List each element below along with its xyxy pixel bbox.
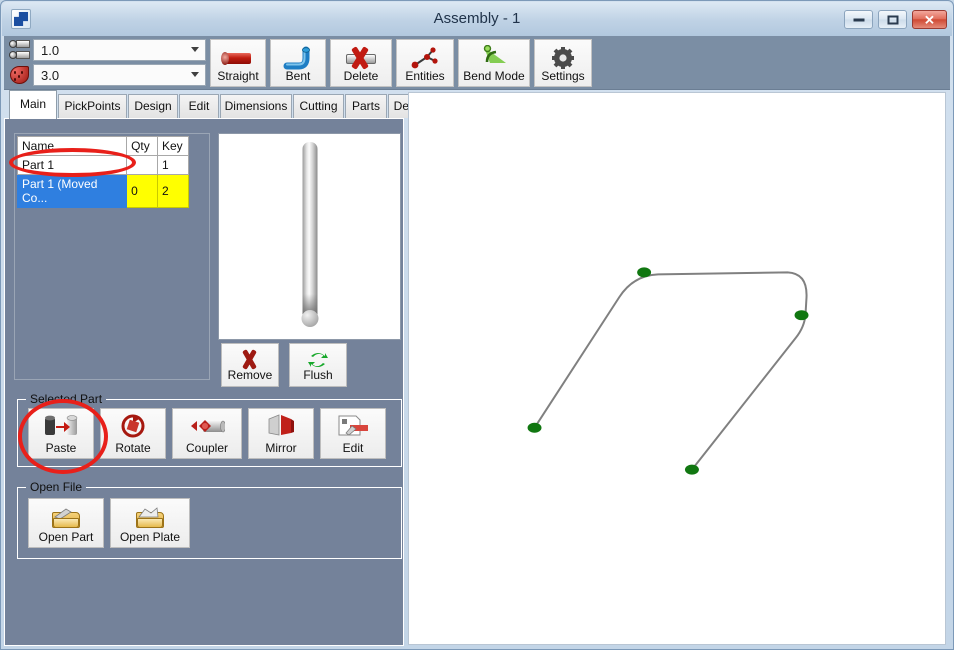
tab-bar: Main PickPoints Design Edit Dimensions C… xyxy=(4,90,436,119)
entities-button-label: Entities xyxy=(405,69,445,83)
mirror-button-label: Mirror xyxy=(265,441,297,455)
title-bar: Assembly - 1 ✕ xyxy=(2,2,952,36)
application-window: Assembly - 1 ✕ 1.0 3.0 Straight Bent Del… xyxy=(0,0,954,650)
chevron-down-icon xyxy=(191,47,199,52)
cell-qty xyxy=(126,155,158,175)
node-point[interactable] xyxy=(527,422,542,433)
rotate-button-label: Rotate xyxy=(115,441,151,455)
flush-button[interactable]: Flush xyxy=(289,343,347,387)
edit-button-label: Edit xyxy=(342,441,364,455)
straight-button[interactable]: Straight xyxy=(210,39,266,87)
node-point[interactable] xyxy=(637,267,652,278)
tube-diameter-icon xyxy=(9,40,30,60)
bent-button-label: Bent xyxy=(285,69,311,83)
tab-cutting[interactable]: Cutting xyxy=(293,94,344,118)
edit-pencil-icon xyxy=(335,413,371,441)
mirror-icon xyxy=(263,413,299,441)
straight-tube-icon xyxy=(221,45,255,71)
bend-mode-icon xyxy=(477,45,511,71)
selected-part-group: Selected Part Paste Rotate Coupler Mirro… xyxy=(17,392,402,467)
gear-icon xyxy=(546,45,580,71)
bend-radius-icon xyxy=(9,65,30,85)
left-panel: Name Qty Key Part 1 1 Part 1 (Moved Co..… xyxy=(4,118,404,646)
cell-qty: 0 xyxy=(126,174,158,208)
bend-mode-button-label: Bend Mode xyxy=(463,69,525,83)
rotate-button[interactable]: Rotate xyxy=(100,408,166,459)
drawing-canvas[interactable] xyxy=(408,92,946,645)
cell-key: 1 xyxy=(157,155,189,175)
tab-dimensions[interactable]: Dimensions xyxy=(220,94,292,118)
settings-button[interactable]: Settings xyxy=(534,39,592,87)
paste-tube-icon xyxy=(43,413,79,441)
part-preview xyxy=(218,133,401,340)
open-file-group: Open File Open Part Open Plate xyxy=(17,480,402,559)
table-row[interactable]: Part 1 1 xyxy=(16,155,189,175)
remove-button[interactable]: Remove xyxy=(221,343,279,387)
bent-tube-icon xyxy=(281,45,315,71)
grid-header-qty[interactable]: Qty xyxy=(126,136,158,156)
open-file-group-title: Open File xyxy=(26,480,87,494)
chevron-down-icon xyxy=(191,72,199,77)
coupler-icon xyxy=(189,413,226,441)
minimize-icon[interactable] xyxy=(844,10,873,29)
table-row[interactable]: Part 1 (Moved Co... 0 2 xyxy=(16,174,189,208)
settings-button-label: Settings xyxy=(541,69,585,83)
maximize-icon[interactable] xyxy=(878,10,907,29)
edit-button[interactable]: Edit xyxy=(320,408,386,459)
mirror-button[interactable]: Mirror xyxy=(248,408,314,459)
bent-button[interactable]: Bent xyxy=(270,39,326,87)
window-title: Assembly - 1 xyxy=(433,10,521,27)
part-grid: Name Qty Key Part 1 1 Part 1 (Moved Co..… xyxy=(16,136,189,208)
paste-button-label: Paste xyxy=(45,441,77,455)
coupler-button[interactable]: Coupler xyxy=(172,408,242,459)
rotate-icon xyxy=(115,413,151,441)
tube-drawing xyxy=(527,267,809,475)
flush-button-label: Flush xyxy=(303,368,333,382)
open-part-button-label: Open Part xyxy=(38,530,94,544)
grid-header-row: Name Qty Key xyxy=(16,136,189,156)
paste-button[interactable]: Paste xyxy=(28,408,94,459)
open-part-button[interactable]: Open Part xyxy=(28,498,104,548)
delete-red-x-icon xyxy=(344,45,378,71)
open-plate-folder-icon xyxy=(133,503,167,529)
entities-nodes-icon xyxy=(408,45,442,71)
close-icon[interactable]: ✕ xyxy=(912,10,947,29)
bend-mode-button[interactable]: Bend Mode xyxy=(458,39,530,87)
open-plate-button-label: Open Plate xyxy=(119,530,181,544)
part-list-container[interactable]: Name Qty Key Part 1 1 Part 1 (Moved Co..… xyxy=(14,133,210,380)
entities-button[interactable]: Entities xyxy=(396,39,454,87)
tube-diameter-select[interactable]: 1.0 xyxy=(33,39,206,61)
cell-name: Part 1 xyxy=(16,155,128,175)
straight-button-label: Straight xyxy=(217,69,259,83)
open-part-folder-icon xyxy=(49,503,83,529)
tube-preview-tip xyxy=(301,310,318,327)
tab-pickpoints[interactable]: PickPoints xyxy=(58,94,127,118)
delete-button-label: Delete xyxy=(343,69,379,83)
grid-header-key[interactable]: Key xyxy=(157,136,189,156)
bend-radius-value: 3.0 xyxy=(41,68,60,83)
tab-parts[interactable]: Parts xyxy=(345,94,387,118)
remove-button-label: Remove xyxy=(227,368,273,382)
cell-name: Part 1 (Moved Co... xyxy=(16,174,128,208)
node-point[interactable] xyxy=(794,310,809,321)
coupler-button-label: Coupler xyxy=(185,441,229,455)
tube-path xyxy=(533,271,808,471)
grid-header-name[interactable]: Name xyxy=(16,136,128,156)
tab-main[interactable]: Main xyxy=(9,90,57,119)
selected-part-group-title: Selected Part xyxy=(26,392,107,406)
node-point[interactable] xyxy=(684,464,699,475)
bend-radius-select[interactable]: 3.0 xyxy=(33,64,206,86)
open-plate-button[interactable]: Open Plate xyxy=(110,498,190,548)
tube-diameter-value: 1.0 xyxy=(41,43,60,58)
tab-edit[interactable]: Edit xyxy=(179,94,219,118)
tab-design[interactable]: Design xyxy=(128,94,178,118)
delete-button[interactable]: Delete xyxy=(330,39,392,87)
main-toolbar: 1.0 3.0 Straight Bent Delete Entities Be… xyxy=(4,36,950,90)
cell-key: 2 xyxy=(157,174,189,208)
